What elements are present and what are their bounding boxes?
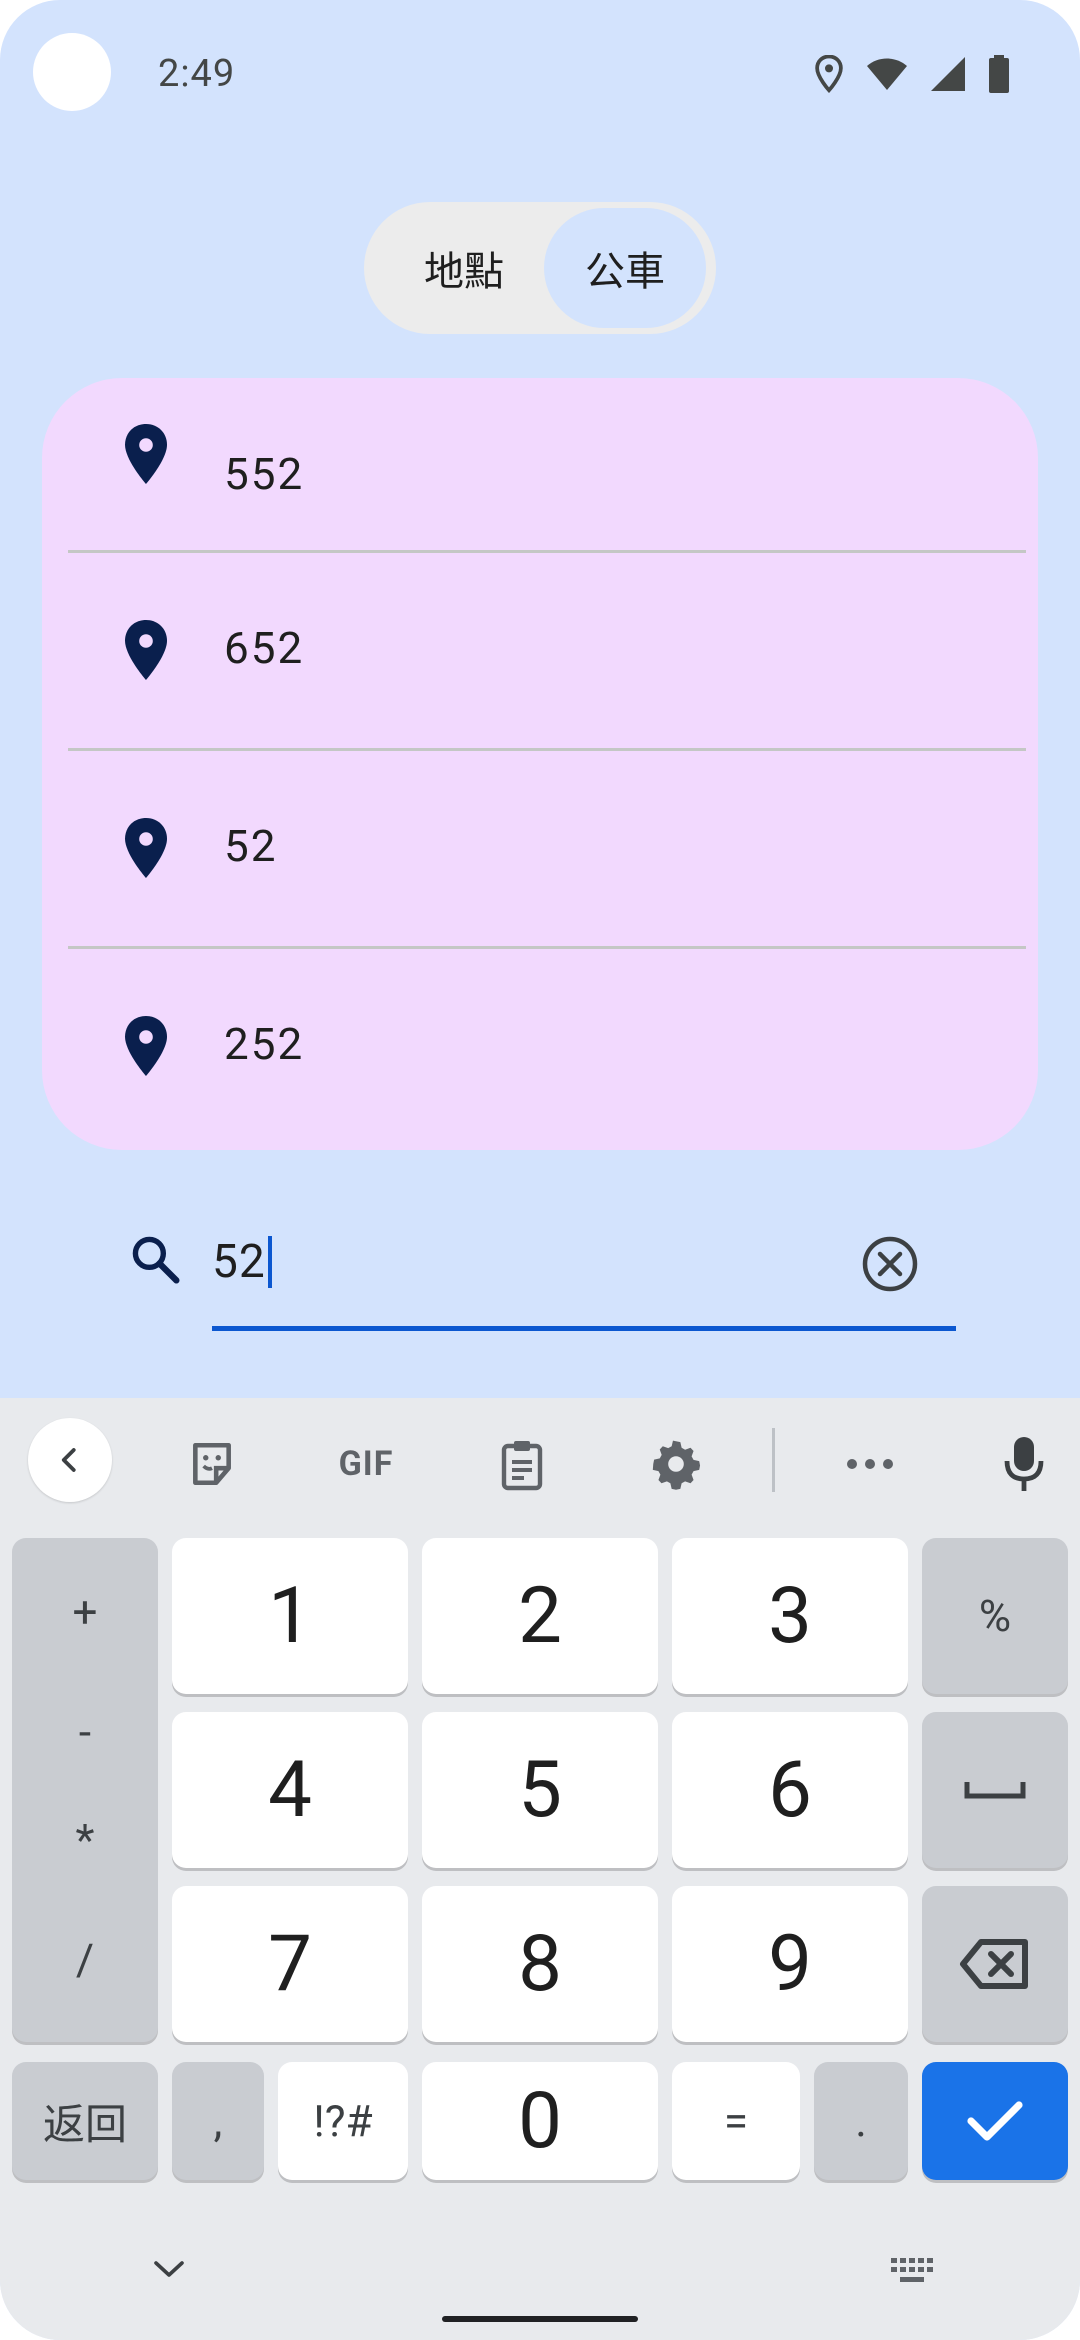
list-item-label: 552 [224,448,305,500]
key-5[interactable]: 5 [422,1712,658,1868]
divide-key[interactable]: / [12,1934,158,1986]
key-7[interactable]: 7 [172,1886,408,2042]
text-caret [267,1236,272,1288]
mode-toggle: 地點 公車 [364,202,716,334]
divider [68,550,1026,553]
location-icon [815,55,843,93]
plus-key[interactable]: + [12,1586,158,1638]
tab-bus[interactable]: 公車 [544,208,706,328]
location-pin-icon [125,1016,167,1076]
screen: 2:49 地點 公車 552 652 52 252 52 GIF + - * /… [0,0,1080,2340]
chevron-down-icon[interactable] [152,2258,186,2280]
backspace-key[interactable] [922,1886,1068,2042]
percent-key[interactable]: % [922,1538,1068,1694]
keyboard: GIF + - * / 1 2 3 % 4 5 6 7 8 9 返回 , !?#… [0,1398,1080,2340]
key-6[interactable]: 6 [672,1712,908,1868]
suggestion-list: 552 652 52 252 [42,378,1038,1150]
operators-key[interactable]: + - * / [12,1538,158,2042]
sticker-icon[interactable] [184,1432,240,1496]
equals-key[interactable]: = [672,2062,800,2180]
wifi-icon [867,58,907,90]
search-input[interactable]: 52 [212,1230,272,1294]
keyboard-switch-icon[interactable] [890,2256,936,2286]
key-8[interactable]: 8 [422,1886,658,2042]
home-indicator[interactable] [442,2316,638,2322]
multiply-key[interactable]: * [12,1814,158,1866]
signal-icon [931,57,965,91]
check-icon [967,2101,1023,2141]
battery-icon [989,55,1009,93]
divider [68,748,1026,751]
list-item-label: 52 [224,820,278,872]
divider [68,946,1026,949]
key-9[interactable]: 9 [672,1886,908,2042]
toolbar-separator [772,1428,775,1492]
list-item[interactable]: 252 [42,950,1038,1148]
gif-button[interactable]: GIF [330,1432,402,1496]
enter-key[interactable] [922,2062,1068,2180]
key-4[interactable]: 4 [172,1712,408,1868]
back-arrow-icon[interactable] [28,1418,112,1502]
list-item-label: 652 [224,622,305,674]
status-icons [814,52,1010,96]
comma-key[interactable]: , [172,2062,264,2180]
more-icon[interactable] [842,1432,898,1496]
backspace-icon [960,1939,1028,1989]
tab-place[interactable]: 地點 [384,208,544,328]
location-pin-icon [125,620,167,680]
clear-icon[interactable] [860,1234,920,1294]
settings-icon[interactable] [648,1432,704,1496]
back-key[interactable]: 返回 [12,2062,158,2180]
key-3[interactable]: 3 [672,1538,908,1694]
status-bar: 2:49 [0,0,1080,140]
location-pin-icon [125,818,167,878]
list-item[interactable]: 52 [42,752,1038,950]
key-1[interactable]: 1 [172,1538,408,1694]
list-item-label: 252 [224,1018,305,1070]
space-icon [964,1782,1026,1799]
status-time: 2:49 [158,52,236,96]
space-key[interactable] [922,1712,1068,1868]
list-item[interactable]: 552 [42,378,1038,576]
clipboard-icon[interactable] [494,1432,550,1496]
keyboard-toolbar: GIF [0,1398,1080,1522]
location-pin-icon [125,424,167,484]
key-0[interactable]: 0 [422,2062,658,2180]
camera-cutout [33,33,111,111]
search-icon [132,1236,180,1284]
minus-key[interactable]: - [12,1706,158,1758]
key-2[interactable]: 2 [422,1538,658,1694]
search-input-value: 52 [212,1235,266,1289]
list-item[interactable]: 652 [42,554,1038,752]
period-key[interactable]: . [814,2062,908,2180]
symbols-key[interactable]: !?# [278,2062,408,2180]
mic-icon[interactable] [998,1432,1050,1496]
search-underline [212,1326,956,1331]
